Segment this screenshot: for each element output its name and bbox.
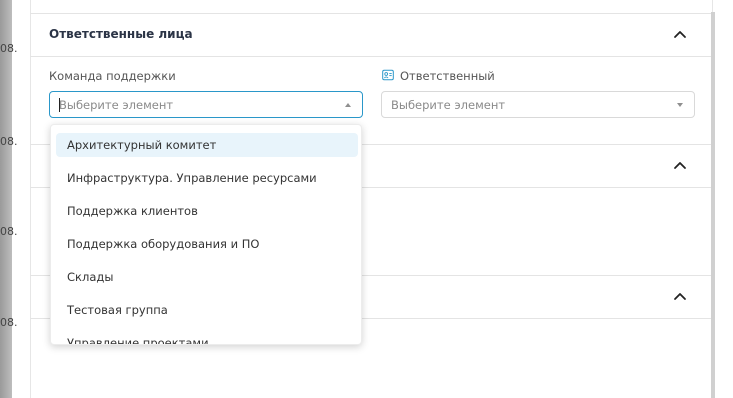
caret-down-icon [677, 103, 683, 107]
support-team-label: Команда поддержки [49, 69, 176, 83]
caret-up-icon [345, 103, 351, 107]
responsible-placeholder: Выберите элемент [391, 98, 506, 112]
dropdown-option[interactable]: Поддержка клиентов [56, 199, 358, 223]
responsible-select[interactable]: Выберите элемент [381, 91, 695, 118]
background-text-fragment: 08. [0, 225, 18, 238]
support-team-placeholder: Выберите элемент [59, 98, 174, 112]
dropdown-option[interactable]: Инфраструктура. Управление ресурсами [56, 166, 358, 190]
scrollbar[interactable] [711, 12, 715, 398]
dropdown-option[interactable]: Управление проектами [56, 331, 358, 344]
dropdown-option[interactable]: Склады [56, 265, 358, 289]
chevron-up-icon[interactable] [673, 291, 687, 301]
chevron-up-icon[interactable] [673, 160, 687, 170]
dropdown-option[interactable]: Тестовая группа [56, 298, 358, 322]
support-team-dropdown: Архитектурный комитет Инфраструктура. Уп… [50, 124, 362, 345]
divider [30, 56, 711, 57]
text-cursor [59, 98, 60, 112]
background-text-fragment: 08. [0, 42, 18, 55]
chevron-up-icon[interactable] [673, 29, 687, 39]
background-overlay [0, 0, 12, 398]
background-text-fragment: 08. [0, 135, 18, 148]
dropdown-option[interactable]: Поддержка оборудования и ПО [56, 232, 358, 256]
section-title: Ответственные лица [49, 27, 193, 41]
dropdown-option[interactable]: Архитектурный комитет [56, 133, 358, 157]
divider [30, 13, 711, 14]
responsible-label: Ответственный [400, 69, 495, 83]
user-card-icon [382, 69, 394, 81]
background-text-fragment: 08. [0, 316, 18, 329]
support-team-select[interactable]: Выберите элемент [49, 91, 363, 118]
